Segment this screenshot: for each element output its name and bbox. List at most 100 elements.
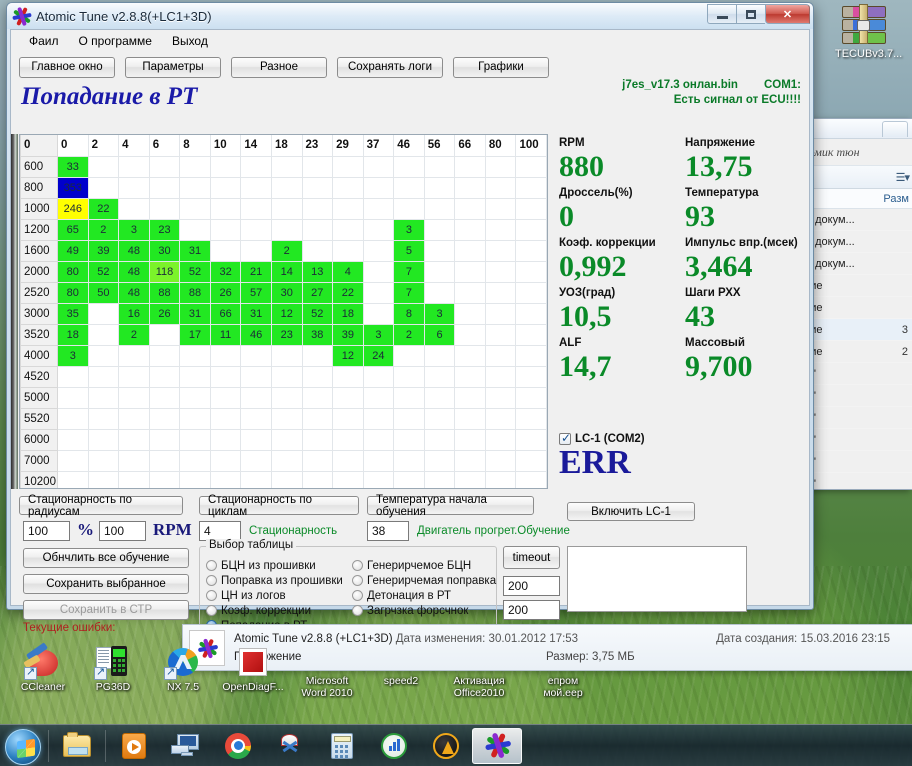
grid-cell[interactable]: [362, 365, 395, 388]
taskbar-explorer[interactable]: [51, 727, 103, 765]
grid-cell[interactable]: [148, 470, 181, 488]
taskbar-chrome[interactable]: [212, 727, 264, 765]
grid-cell[interactable]: [515, 155, 547, 178]
grid-row[interactable]: 2520 80 50 48 88 88 26 57 30 27 22 7: [20, 281, 547, 304]
grid-cell[interactable]: [423, 407, 456, 430]
grid-cell[interactable]: [393, 428, 425, 451]
maximize-button[interactable]: [736, 4, 765, 24]
grid-cell[interactable]: [118, 176, 150, 199]
grid-col-header-0[interactable]: 0: [57, 135, 89, 157]
grid-cell[interactable]: 7: [393, 281, 425, 304]
grid-cell[interactable]: [87, 386, 120, 409]
grid-cell[interactable]: [209, 155, 242, 178]
grid-cell[interactable]: [362, 302, 395, 325]
grid-col-header-6[interactable]: 14: [240, 135, 272, 157]
grid-cell[interactable]: 22: [87, 197, 120, 220]
grid-cell[interactable]: [57, 365, 89, 388]
radio-icon[interactable]: [206, 575, 217, 586]
grid-cell[interactable]: 88: [179, 281, 211, 304]
grid-cell[interactable]: [148, 323, 181, 346]
table-radio-list-left[interactable]: БЦН из прошивки Поправка из прошивки ЦН из…: [206, 558, 356, 633]
grid-row-header-10[interactable]: 4520: [20, 365, 58, 388]
grid-cell[interactable]: [332, 176, 364, 199]
grid-row[interactable]: 5000: [20, 386, 547, 409]
grid-cell[interactable]: [484, 155, 517, 178]
grid-cell[interactable]: [393, 449, 425, 472]
grid-cell[interactable]: [362, 197, 395, 220]
grid-row-header-2[interactable]: 1000: [20, 197, 58, 220]
atomic-tune-window[interactable]: Atomic Tune v2.8.8(+LC1+3D) ✕ Фаил О прог…: [6, 2, 814, 634]
grid-cell[interactable]: [87, 344, 120, 367]
grid-cell[interactable]: [87, 155, 120, 178]
toolbar-button-2[interactable]: Разное: [231, 56, 327, 78]
grid-cell[interactable]: [454, 302, 486, 325]
start-button[interactable]: [2, 727, 46, 765]
grid-cell[interactable]: [240, 365, 272, 388]
grid-cell[interactable]: [209, 470, 242, 488]
grid-cell[interactable]: [270, 344, 303, 367]
grid-cell[interactable]: [87, 302, 120, 325]
grid-cell[interactable]: 2: [87, 218, 120, 241]
grid-cell[interactable]: [454, 281, 486, 304]
desktop-icon-speed2[interactable]: speed2: [366, 652, 436, 687]
grid-col-header-13[interactable]: 66: [454, 135, 486, 157]
grid-row-header-5[interactable]: 2000: [20, 260, 58, 283]
grid-cell[interactable]: 2: [118, 323, 150, 346]
grid-cell[interactable]: 6: [423, 323, 456, 346]
grid-cell[interactable]: [515, 260, 547, 283]
window-buttons[interactable]: ✕: [707, 4, 810, 24]
grid-cell[interactable]: [209, 449, 242, 472]
grid-cell[interactable]: 80: [57, 260, 89, 283]
desktop-icon-word[interactable]: Microsoft Word 2010: [292, 652, 362, 699]
grid-cell[interactable]: [454, 344, 486, 367]
grid-cell[interactable]: [393, 407, 425, 430]
grid-cell[interactable]: [270, 407, 303, 430]
grid-cell[interactable]: [423, 176, 456, 199]
grid-cell[interactable]: [270, 218, 303, 241]
grid-cell[interactable]: [454, 386, 486, 409]
view-list-icon[interactable]: ☰▾: [896, 171, 910, 184]
grid-cell[interactable]: 65: [57, 218, 89, 241]
grid-cell[interactable]: [423, 155, 456, 178]
lc1-checkbox-icon[interactable]: [559, 431, 571, 445]
radio-right-2[interactable]: Детонация в РТ: [352, 588, 502, 603]
grid-cell[interactable]: [148, 428, 181, 451]
grid-cell[interactable]: 39: [87, 239, 120, 262]
desktop-icon-nx[interactable]: NX 7.5: [148, 646, 218, 693]
grid-cell[interactable]: 7: [393, 260, 425, 283]
grid-cell[interactable]: [87, 407, 120, 430]
radio-right-3[interactable]: Загрчзка форсчнок: [352, 603, 502, 618]
grid-cell[interactable]: [301, 365, 334, 388]
grid-cell[interactable]: 30: [148, 239, 181, 262]
grid-cell[interactable]: [423, 365, 456, 388]
grid-cell[interactable]: [87, 365, 120, 388]
grid-cell[interactable]: [270, 428, 303, 451]
grid-cell[interactable]: [179, 428, 211, 451]
grid-cell[interactable]: [362, 449, 395, 472]
grid-row-header-13[interactable]: 6000: [20, 428, 58, 451]
radio-icon[interactable]: [206, 560, 217, 571]
grid-cell[interactable]: [484, 386, 517, 409]
grid-cell[interactable]: 27: [301, 281, 334, 304]
grid-cell[interactable]: [484, 302, 517, 325]
grid-cell[interactable]: [515, 449, 547, 472]
grid-cell[interactable]: [362, 428, 395, 451]
grid-row-header-6[interactable]: 2520: [20, 281, 58, 304]
grid-cell[interactable]: 11: [209, 323, 242, 346]
grid-cell[interactable]: [179, 176, 211, 199]
grid-cell[interactable]: [423, 281, 456, 304]
grid-cell[interactable]: [179, 197, 211, 220]
grid-cell[interactable]: [362, 260, 395, 283]
grid-cell[interactable]: [484, 260, 517, 283]
radio-left-1[interactable]: Поправка из прошивки: [206, 573, 356, 588]
grid-cell[interactable]: [332, 449, 364, 472]
grid-cell[interactable]: [515, 428, 547, 451]
grid-cell[interactable]: [240, 386, 272, 409]
grid-cell[interactable]: [362, 239, 395, 262]
grid-cell[interactable]: [240, 155, 272, 178]
grid-cell[interactable]: [454, 449, 486, 472]
grid-cell[interactable]: 3: [393, 218, 425, 241]
grid-cell[interactable]: [209, 218, 242, 241]
grid-row-header-14[interactable]: 7000: [20, 449, 58, 472]
grid-row[interactable]: 7000: [20, 449, 547, 472]
